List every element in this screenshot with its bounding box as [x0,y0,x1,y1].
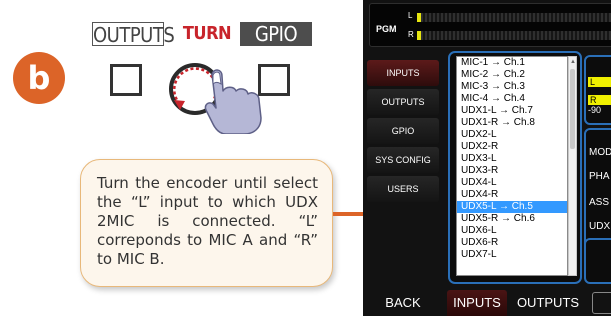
pgm-label: PGM [376,24,397,34]
instruction-callout: Turn the encoder until select the “L” in… [80,159,333,287]
panel-label-ass[interactable]: ASS [589,197,609,208]
list-item[interactable]: UDX7-L [457,249,567,261]
list-item[interactable]: UDX1-R → Ch.8 [457,117,567,129]
tab-outputs[interactable]: OUTPUTS [511,290,585,316]
lower-panel-frame [584,238,611,284]
hardware-outputs-button [110,64,142,96]
list-item[interactable]: UDX4-R [457,189,567,201]
list-item[interactable]: UDX6-R [457,237,567,249]
list-item[interactable]: MIC-1 → Ch.1 [457,57,567,69]
meter-level-r [417,31,422,40]
list-item[interactable]: UDX3-L [457,153,567,165]
list-item[interactable]: MIC-3 → Ch.3 [457,81,567,93]
scroll-up-icon[interactable]: ▲ [570,58,576,66]
meter-channel-l-label: L [408,11,413,20]
list-item[interactable]: UDX6-L [457,225,567,237]
step-badge: b [13,52,65,104]
meter-bar-l [417,13,611,22]
meter-bar-r [417,31,611,40]
tab-inputs[interactable]: INPUTS [447,290,507,316]
scroll-thumb[interactable] [570,69,575,149]
hardware-turn-label: TURN [182,23,232,44]
pgm-meter-panel: PGM L R [369,3,611,47]
encoder-knob-illustration [169,63,262,134]
level-value: -90 [588,105,602,115]
meter-channel-r-label: R [408,30,414,39]
tab-next[interactable] [592,292,611,314]
sidebar-item-gpio[interactable]: GPIO [367,118,439,144]
panel-label-mod[interactable]: MOD [589,147,611,158]
hardware-gpio-label: GPIO [240,22,312,46]
sidebar-item-sys-config[interactable]: SYS CONFIG [367,147,439,173]
instruction-text: Turn the encoder until select the “L” in… [97,174,318,268]
back-button[interactable]: BACK [367,290,439,316]
hardware-outputs-label: OUTPUTS [92,22,175,47]
list-item[interactable]: UDX3-R [457,165,567,177]
list-item[interactable]: UDX2-R [457,141,567,153]
sidebar-item-outputs[interactable]: OUTPUTS [367,89,439,115]
level-r-indicator: R [588,95,611,105]
list-item[interactable]: UDX2-L [457,129,567,141]
level-l-indicator: L [588,77,611,87]
input-select-list[interactable]: MIC-1 → Ch.1 MIC-2 → Ch.2 MIC-3 → Ch.3 MIC-… [456,56,568,276]
sidebar-item-users[interactable]: USERS [367,176,439,202]
list-item[interactable]: MIC-4 → Ch.4 [457,93,567,105]
list-item[interactable]: UDX5-R → Ch.6 [457,213,567,225]
sidebar-item-inputs[interactable]: INPUTS [367,60,439,86]
list-item[interactable]: UDX4-L [457,177,567,189]
input-list-scrollbar[interactable]: ▲ [568,56,577,276]
list-item[interactable]: MIC-2 → Ch.2 [457,69,567,81]
panel-label-pha[interactable]: PHA [589,171,610,182]
list-item[interactable]: UDX1-L → Ch.7 [457,105,567,117]
list-item[interactable]: UDX5-L → Ch.5 [457,201,567,213]
panel-label-udx[interactable]: UDX [589,221,610,232]
meter-level-l [417,13,422,22]
device-screen: PGM L R INPUTS OUTPUTS GPIO SYS CONFIG U… [363,0,611,316]
